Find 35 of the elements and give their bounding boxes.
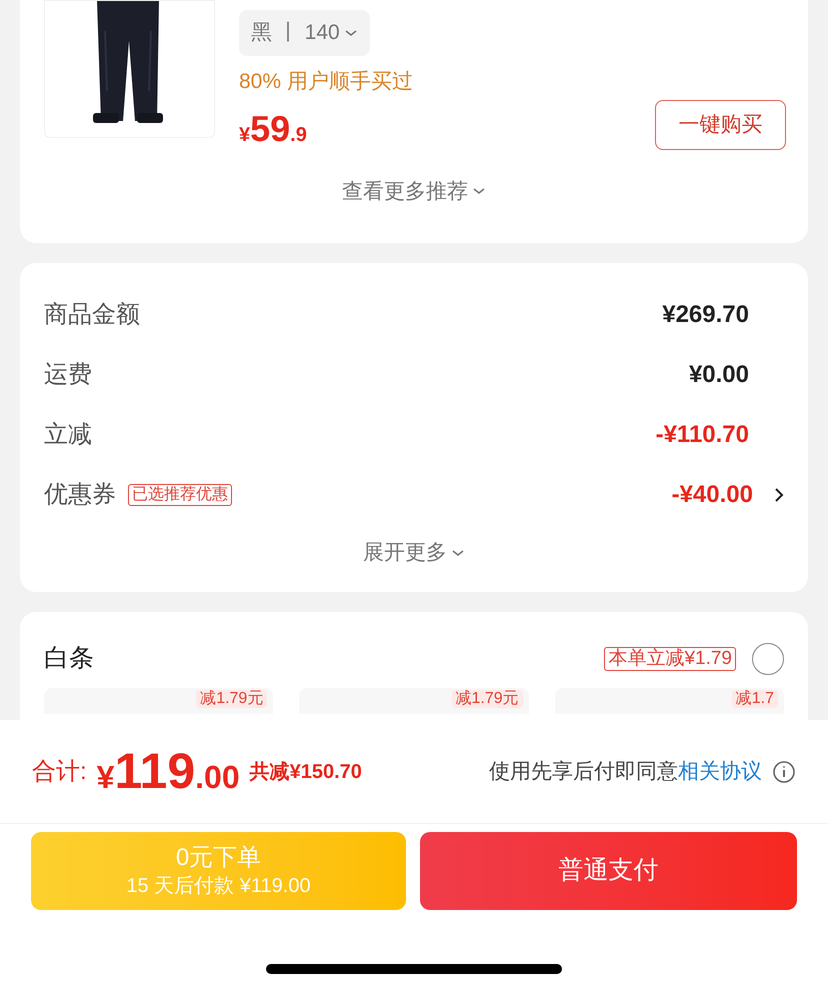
- total-label: 合计:: [32, 756, 87, 786]
- price: ¥59.9: [239, 106, 307, 150]
- agreement-text: 使用先享后付即同意相关协议: [489, 758, 762, 785]
- pay-button[interactable]: 普通支付: [420, 832, 797, 910]
- payment-title: 白条: [44, 643, 94, 674]
- summary-value: ¥269.70: [662, 300, 749, 330]
- installment-option[interactable]: 减1.7: [554, 688, 784, 714]
- installment-option[interactable]: 减1.79元: [299, 688, 529, 714]
- total-amount: ¥119.00: [96, 742, 240, 801]
- summary-label: 商品金额: [44, 300, 140, 330]
- social-proof-text: 80% 用户顺手买过: [239, 69, 414, 95]
- chevron-down-icon: [472, 187, 486, 196]
- summary-label: 立减: [44, 420, 92, 450]
- chevron-down-icon: [451, 548, 465, 557]
- discount-tag: 减1.7: [732, 690, 778, 708]
- summary-value: ¥0.00: [688, 360, 749, 390]
- coupon-tag: 已选推荐优惠: [128, 484, 232, 506]
- summary-label: 优惠券: [44, 480, 116, 510]
- installment-option[interactable]: 减1.79元: [44, 688, 274, 714]
- spec-selector[interactable]: 黑 丨 140: [239, 10, 370, 56]
- summary-label: 运费: [44, 360, 92, 390]
- chevron-right-icon: [774, 487, 784, 503]
- total-discount: 共减¥150.70: [250, 760, 362, 784]
- buy-now-button[interactable]: 一键购买: [655, 100, 786, 150]
- discount-tag: 减1.79元: [452, 690, 523, 708]
- agreement-link[interactable]: 相关协议: [678, 760, 762, 783]
- info-icon[interactable]: [772, 760, 796, 784]
- radio-button[interactable]: [752, 642, 784, 675]
- more-recommendations-link[interactable]: 查看更多推荐: [342, 176, 486, 207]
- summary-value: -¥40.00: [672, 480, 753, 510]
- discount-tag: 减1.79元: [196, 690, 268, 708]
- summary-value: -¥110.70: [656, 420, 749, 450]
- chevron-down-icon: [344, 29, 358, 37]
- expand-more-link[interactable]: 展开更多: [363, 537, 465, 568]
- promo-tag: 本单立减¥1.79: [604, 646, 736, 671]
